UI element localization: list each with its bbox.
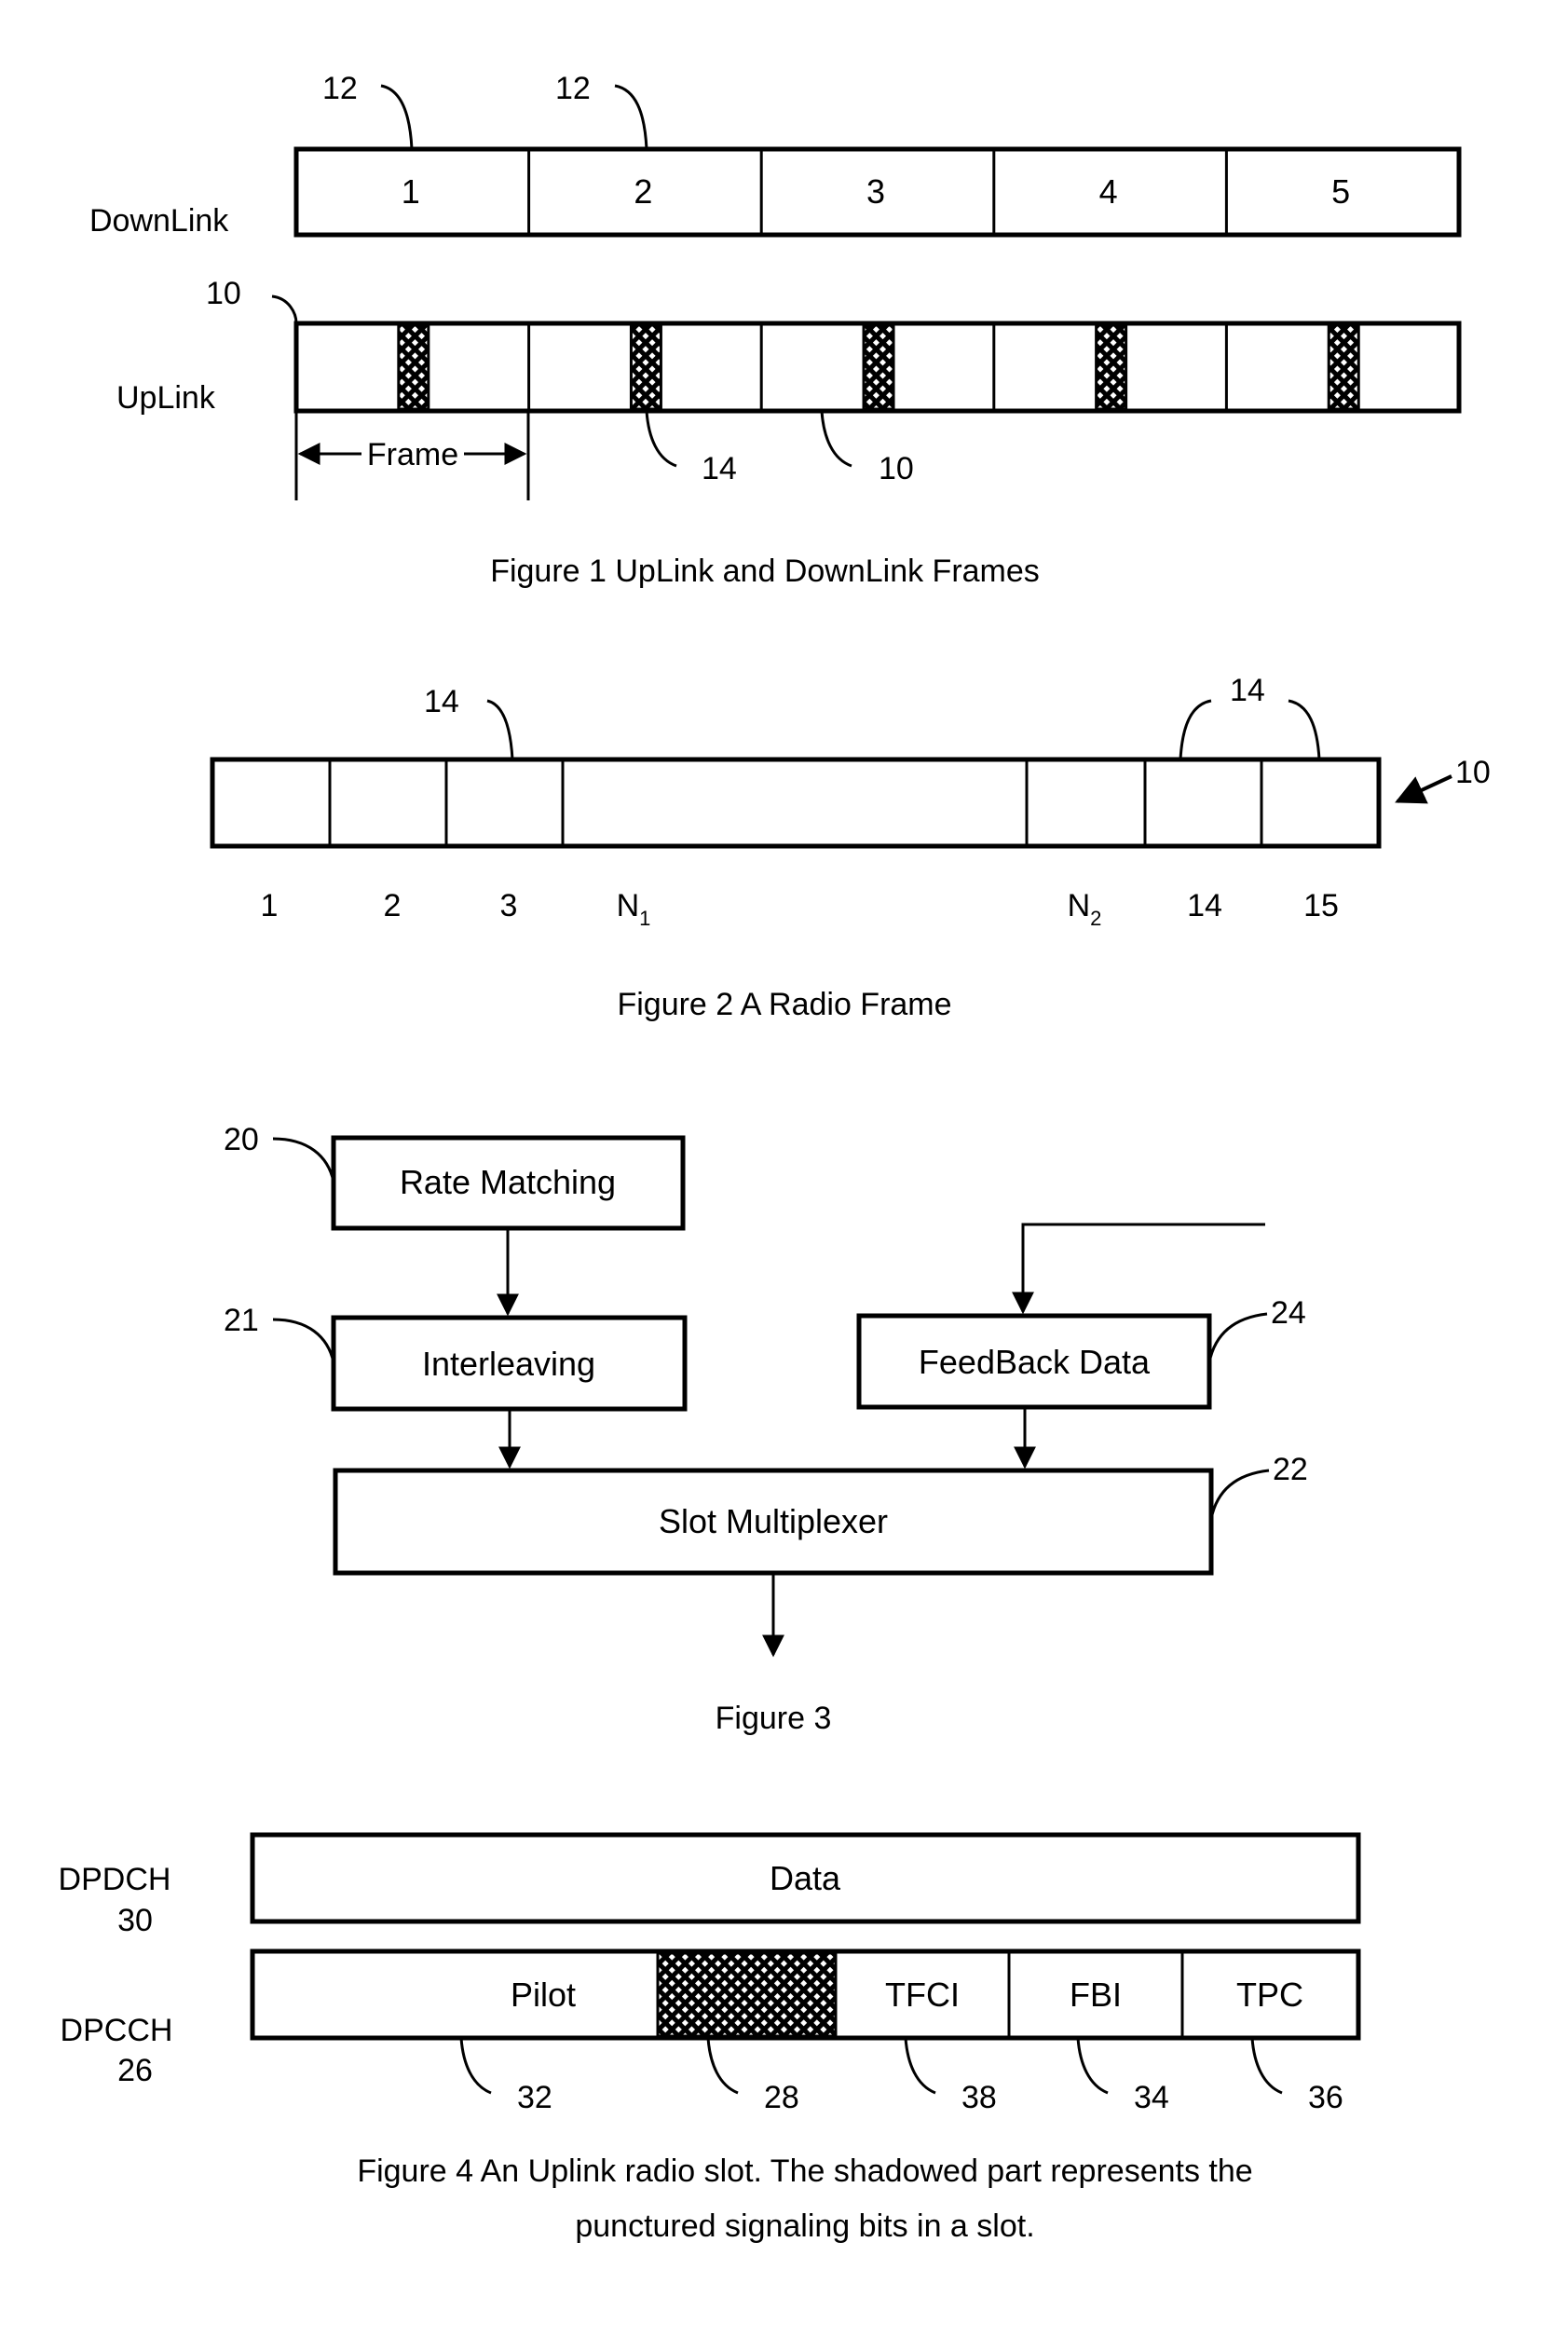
radio-frame-strip [210, 757, 1382, 849]
rate-matching-label: Rate Matching [400, 1163, 616, 1201]
downlink-frame-number: 1 [402, 172, 420, 211]
ref-numeral-21: 21 [224, 1303, 259, 1338]
downlink-frame-number: 2 [634, 172, 652, 211]
leader-line-12a [380, 84, 414, 150]
ref-numeral-24: 24 [1271, 1295, 1306, 1331]
slot-label: 14 [1187, 888, 1222, 923]
figure-3-caption: Figure 3 [716, 1701, 832, 1736]
slot-label-subscript: 2 [1090, 907, 1101, 930]
dpcch-field-label: Pilot [511, 1976, 576, 2014]
punctured-slot [629, 323, 662, 411]
dpcch-label: DPCCH [61, 2013, 173, 2048]
figure-4: DPDCH 30 Data DPCCH 26 Pilot 32 28 TFCI 38 FB… [59, 1832, 1361, 2244]
dpdch-label: DPDCH [59, 1862, 171, 1897]
ref-numeral-10: 10 [1455, 755, 1491, 790]
leader-line-12b [614, 84, 648, 150]
slot-label: 3 [500, 888, 518, 923]
dpcch-ref: 26 [117, 2053, 153, 2088]
ref-numeral-14-right: 14 [1230, 673, 1265, 708]
field-ref-numeral: 32 [517, 2080, 552, 2115]
field-ref-numeral: 34 [1134, 2080, 1169, 2115]
field-leader-line [1250, 2037, 1283, 2095]
field-leader-line [459, 2037, 492, 2095]
dpcch-field-label: FBI [1070, 1976, 1122, 2014]
downlink-frame-number: 4 [1099, 172, 1118, 211]
feedback-data-label: FeedBack Data [919, 1343, 1151, 1381]
figure-4-caption-line-2: punctured signaling bits in a slot. [575, 2208, 1034, 2244]
figure-1-caption: Figure 1 UpLink and DownLink Frames [490, 554, 1040, 589]
figure-3: 20 Rate Matching 21 Interleaving FeedBac… [224, 1122, 1308, 1736]
slot-label: N1 [617, 888, 651, 930]
downlink-label: DownLink [89, 203, 229, 239]
ref-numeral-20: 20 [224, 1122, 259, 1157]
punctured-slot [862, 323, 895, 411]
ref-numeral-10-start: 10 [206, 276, 241, 311]
slot-label: N2 [1068, 888, 1102, 930]
leader-line-10-start [271, 294, 298, 324]
ref-numeral-12b: 12 [555, 71, 591, 106]
radio-frame-slot-labels: 1 2 3 N1 N2 14 15 [261, 888, 1339, 930]
uplink-label: UpLink [116, 380, 216, 416]
slot-label: 2 [384, 888, 402, 923]
dpcch-field-label: TPC [1236, 1976, 1303, 2014]
ref-numeral-14-left: 14 [424, 684, 459, 719]
field-leader-line [904, 2037, 936, 2095]
field-ref-numeral: 36 [1308, 2080, 1343, 2115]
field-leader-line [1076, 2037, 1109, 2095]
leader-line-14-right-b [1288, 699, 1321, 760]
downlink-frame-number: 5 [1331, 172, 1350, 211]
ref-numeral-14: 14 [702, 451, 737, 486]
figure-2-caption: Figure 2 A Radio Frame [617, 987, 951, 1022]
field-leader-line [706, 2037, 739, 2095]
frame-pointer-arrow [1395, 774, 1452, 804]
punctured-slot [1095, 323, 1128, 411]
slot-label-subscript: 1 [639, 907, 650, 930]
field-ref-numeral: 38 [961, 2080, 997, 2115]
figure-4-caption-line-1: Figure 4 An Uplink radio slot. The shado… [357, 2153, 1252, 2189]
field-ref-numeral: 28 [764, 2080, 799, 2115]
punctured-slot [397, 323, 430, 411]
dpdch-data-label: Data [770, 1859, 841, 1897]
leader-line-14 [645, 410, 677, 468]
punctured-slot [1327, 323, 1360, 411]
downlink-frame-number: 3 [866, 172, 885, 211]
patent-drawing-sheet: 12 12 DownLink 12345 10 UpLink Frame 14 … [59, 71, 1491, 2244]
ref-numeral-12a: 12 [322, 71, 358, 106]
slot-label: 1 [261, 888, 279, 923]
leader-line-14-right-a [1179, 699, 1212, 760]
leader-line-24 [1207, 1312, 1268, 1363]
slot-label: 15 [1303, 888, 1339, 923]
leader-line-14-left [486, 699, 514, 760]
figure-1: 12 12 DownLink 12345 10 UpLink Frame 14 … [89, 71, 1462, 589]
ref-numeral-22: 22 [1273, 1452, 1308, 1487]
leader-line-21 [272, 1318, 335, 1363]
leader-line-20 [272, 1137, 335, 1183]
leader-line-22 [1209, 1469, 1270, 1520]
feedback-input-arrow [1012, 1223, 1265, 1315]
punctured-signaling-bits [656, 1951, 838, 2038]
frame-span-label: Frame [367, 437, 458, 472]
dpcch-field-label: TFCI [885, 1976, 960, 2014]
ref-numeral-10: 10 [879, 451, 914, 486]
slot-multiplexer-label: Slot Multiplexer [659, 1502, 888, 1540]
interleaving-label: Interleaving [422, 1345, 595, 1383]
leader-line-10 [820, 410, 852, 468]
dpdch-ref: 30 [117, 1903, 153, 1938]
figure-2: 14 14 1 2 3 N1 N2 14 15 10 Figure 2 A Radio Fr… [210, 673, 1491, 1022]
